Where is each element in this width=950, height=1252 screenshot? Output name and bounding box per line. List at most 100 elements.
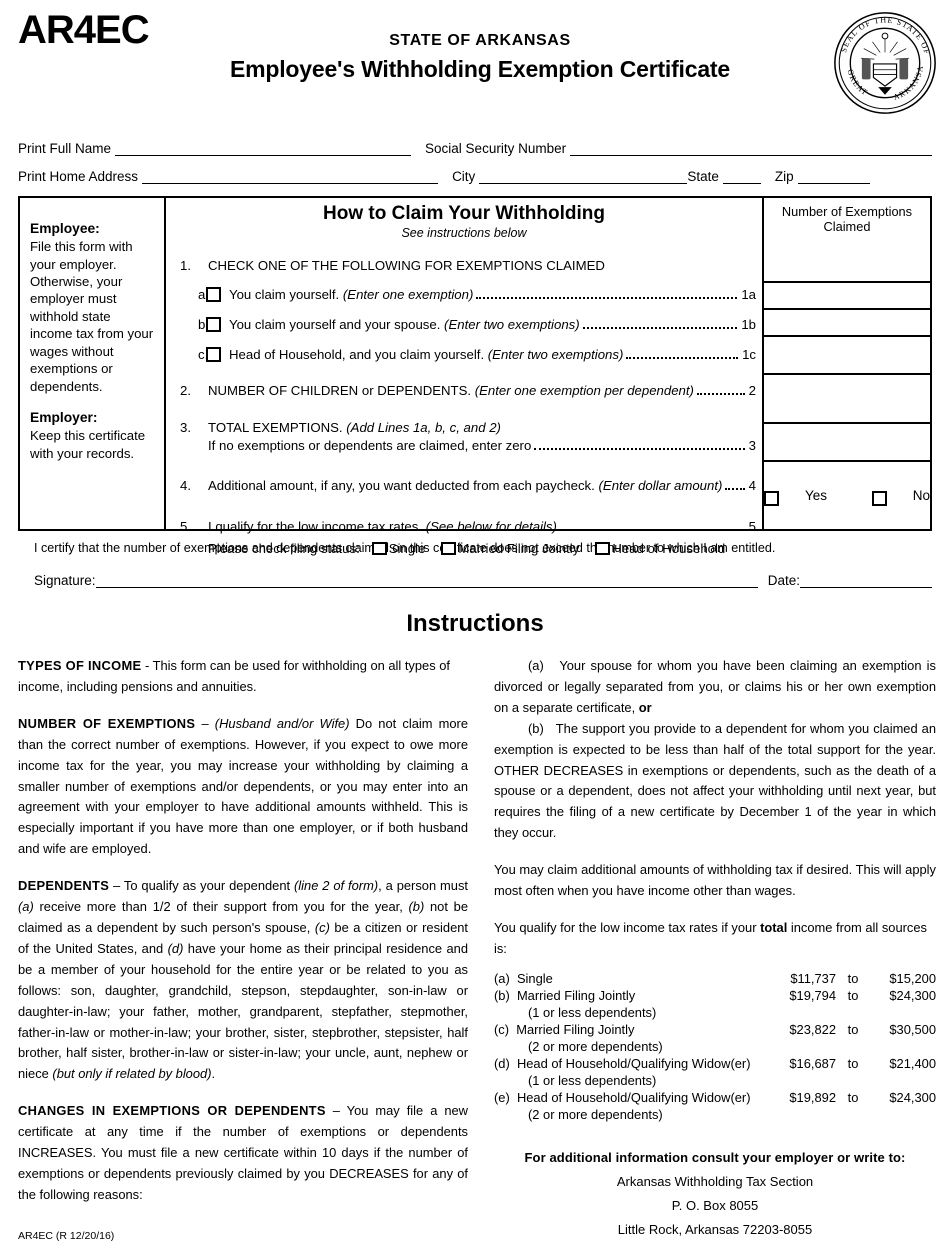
- form-revision-footer: AR4EC (R 12/20/16): [18, 1230, 115, 1242]
- qualify-text-1: You qualify for the low income tax rates…: [494, 919, 761, 935]
- checkbox-filing-married-jointly[interactable]: [441, 542, 457, 555]
- low-income-yes-no-row: Yes No: [764, 460, 930, 529]
- line-5-ref: 5: [748, 519, 756, 534]
- filing-mfj-label: Married Filing Jointly: [458, 541, 580, 556]
- filing-status-row: Please check filing status: Single Marri…: [180, 540, 756, 556]
- line-5-text: I qualify for the low income tax rates. …: [208, 519, 557, 534]
- form-page: AR4EC STATE OF ARKANSAS Employee's Withh…: [0, 0, 950, 1252]
- income-row-from: $19,892: [789, 1090, 836, 1105]
- line-3-ref: 3: [748, 438, 756, 453]
- dependents-italic-4: (c): [314, 919, 330, 935]
- claim-header: How to Claim Your Withholding See instru…: [166, 198, 762, 240]
- line-5-number: 5.: [180, 519, 191, 534]
- income-row: (a) Single $11,737 to $15,200: [494, 970, 936, 987]
- reason-b-marker: (b): [528, 720, 544, 736]
- checkbox-low-income-no[interactable]: [871, 491, 887, 506]
- name-ssn-row: Print Full Name Social Security Number: [18, 128, 932, 156]
- checkbox-filing-single[interactable]: [371, 542, 387, 555]
- checkbox-filing-head-of-household[interactable]: [595, 542, 611, 555]
- print-home-address-input[interactable]: [142, 171, 439, 184]
- zip-label: Zip: [774, 169, 794, 184]
- income-row-label: (c) Married Filing Jointly: [494, 1021, 635, 1037]
- address-row: Print Home Address City State Zip: [18, 156, 932, 184]
- signature-label: Signature:: [34, 573, 96, 588]
- leader-dots: [725, 482, 745, 490]
- employee-heading: Employee:: [30, 221, 100, 236]
- dependents-italic-1: (line 2 of form): [294, 878, 379, 894]
- signature-input[interactable]: [95, 575, 758, 588]
- line-4-text: Additional amount, if any, you want dedu…: [208, 478, 723, 493]
- exemption-input-1a[interactable]: [764, 281, 930, 308]
- checkbox-low-income-yes[interactable]: [764, 491, 779, 506]
- print-full-name-input[interactable]: [115, 143, 412, 156]
- withholding-table: Employee: File this form with your emplo…: [18, 196, 932, 556]
- state-input[interactable]: [722, 171, 761, 184]
- reason-a-marker: (a): [528, 658, 544, 673]
- line-5: 5. I qualify for the low income tax rate…: [180, 519, 756, 535]
- income-row: (c) Married Filing Jointly $23,822 to $3…: [494, 1021, 936, 1038]
- ssn-input[interactable]: [570, 143, 932, 156]
- date-label: Date:: [767, 573, 800, 588]
- line-1-text: CHECK ONE OF THE FOLLOWING FOR EXEMPTION…: [208, 258, 605, 273]
- line-1: 1. CHECK ONE OF THE FOLLOWING FOR EXEMPT…: [180, 258, 756, 273]
- line-1a-letter: a.: [198, 287, 209, 302]
- signature-row: Signature: Date:: [34, 573, 932, 588]
- reason-b-text: The support you provide to a dependent f…: [494, 720, 936, 841]
- line-3: 3. TOTAL EXEMPTIONS. (Add Lines 1a, b, c…: [180, 420, 756, 435]
- income-row-upper: $24,300: [889, 987, 936, 1003]
- income-row-label: (d) Head of Household/Qualifying Widow(e…: [494, 1055, 751, 1071]
- zip-input[interactable]: [797, 171, 870, 184]
- contact-heading: For additional information consult your …: [524, 1150, 906, 1166]
- reason-a-text: Your spouse for whom you have been claim…: [494, 658, 936, 715]
- contact-line-1: Arkansas Withholding Tax Section: [616, 1174, 814, 1190]
- dash: –: [195, 715, 215, 731]
- date-input[interactable]: [800, 575, 932, 588]
- instructions-right-column: (a) Your spouse for whom you have been c…: [494, 656, 936, 1240]
- line-3-text2: If no exemptions or dependents are claim…: [208, 438, 532, 453]
- contact-block: For additional information consult your …: [494, 1147, 936, 1240]
- page-title: Employee's Withholding Exemption Certifi…: [230, 56, 730, 82]
- exemption-input-1c[interactable]: [764, 335, 930, 373]
- dependents-paragraph: DEPENDENTS – To qualify as your dependen…: [18, 876, 468, 1085]
- types-of-income-paragraph: TYPES OF INCOME - This form can be used …: [18, 656, 468, 698]
- income-row: (e) Head of Household/Qualifying Widow(e…: [494, 1089, 936, 1106]
- income-row-to: to: [847, 1090, 859, 1105]
- exemption-input-1b[interactable]: [764, 308, 930, 335]
- income-row-upper: $30,500: [889, 1021, 936, 1037]
- leader-dots: [696, 387, 745, 395]
- line-1b: b. You claim yourself and your spouse. (…: [180, 314, 756, 333]
- income-row-from: $11,737: [790, 970, 836, 986]
- line-3-number: 3.: [180, 420, 191, 435]
- reason-a-bold: or: [638, 699, 652, 715]
- claim-lines: 1. CHECK ONE OF THE FOLLOWING FOR EXEMPT…: [166, 240, 762, 556]
- exemption-input-3[interactable]: [764, 422, 930, 460]
- income-row-upper: $15,200: [889, 970, 936, 986]
- additional-amounts-paragraph: You may claim additional amounts of with…: [494, 862, 936, 899]
- state-line: STATE OF ARKANSAS: [389, 32, 571, 49]
- changes-paragraph: CHANGES IN EXEMPTIONS OR DEPENDENTS – Yo…: [18, 1101, 468, 1206]
- city-label: City: [452, 169, 476, 184]
- number-of-exemptions-heading: NUMBER OF EXEMPTIONS: [18, 715, 196, 731]
- dependents-text-7: .: [211, 1066, 216, 1082]
- city-input[interactable]: [479, 171, 688, 184]
- income-row-to: to: [847, 1055, 859, 1071]
- checkbox-claim-yourself-and-spouse[interactable]: [206, 317, 221, 332]
- leader-dots: [582, 321, 738, 329]
- checkbox-head-of-household[interactable]: [206, 347, 221, 362]
- leader-dots: [559, 523, 745, 531]
- dependents-text-3: receive more than 1/2 of their support f…: [33, 899, 409, 915]
- dependents-italic-5: (d): [167, 940, 184, 956]
- title-block: STATE OF ARKANSAS Employee's Withholding…: [180, 32, 780, 83]
- exemption-input-2[interactable]: [764, 373, 930, 422]
- income-row-sub: (1 or less dependents): [528, 1004, 657, 1020]
- leader-dots: [626, 351, 739, 359]
- instructions-title: Instructions: [406, 610, 544, 637]
- income-row-from: $23,822: [789, 1021, 836, 1037]
- changes-heading: CHANGES IN EXEMPTIONS OR DEPENDENTS: [18, 1103, 326, 1119]
- income-row-to: to: [847, 1021, 859, 1037]
- line-1-number: 1.: [180, 258, 191, 273]
- checkbox-claim-yourself[interactable]: [206, 287, 221, 302]
- dependents-heading: DEPENDENTS: [18, 878, 110, 894]
- dependents-text-1: – To qualify as your dependent: [109, 878, 294, 894]
- line-1c-ref: 1c: [742, 347, 756, 362]
